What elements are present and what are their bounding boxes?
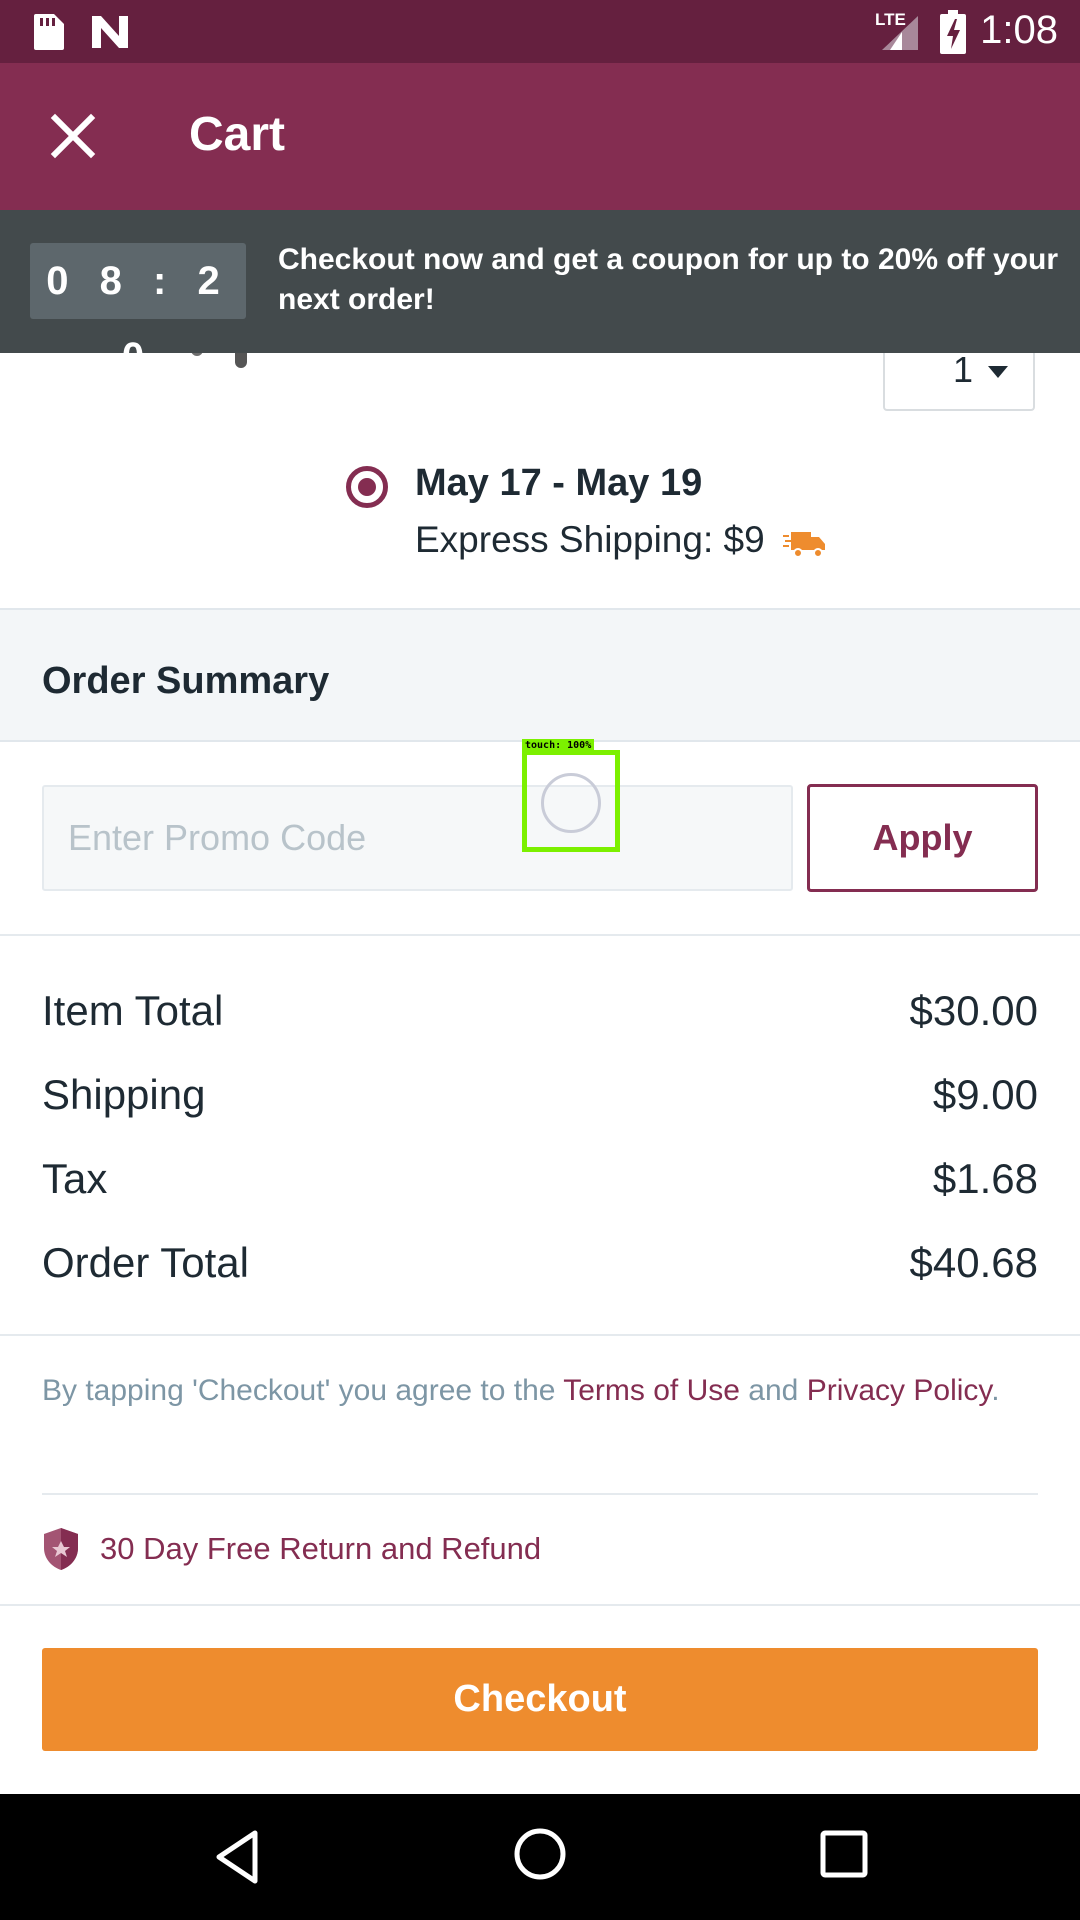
order-summary-title: Order Summary (42, 660, 330, 702)
divider (42, 1493, 1038, 1495)
touch-indicator-label: touch: 100% (522, 739, 595, 752)
tax-value: $1.68 (932, 1155, 1038, 1202)
truck-icon (783, 532, 825, 558)
countdown-timer: 0 8 : 2 0 (30, 243, 246, 379)
shipping-value: $9.00 (932, 1071, 1038, 1118)
order-total-value: $40.68 (909, 1239, 1038, 1286)
tax-label: Tax (42, 1155, 108, 1202)
home-icon[interactable] (513, 1827, 567, 1881)
close-icon[interactable] (38, 101, 108, 171)
shipping-label: Shipping (42, 1071, 206, 1118)
page-title: Cart (189, 108, 286, 161)
return-policy-text[interactable]: 30 Day Free Return and Refund (100, 1531, 541, 1567)
recents-icon[interactable] (820, 1830, 868, 1878)
shipping-radio-selected[interactable] (346, 466, 388, 508)
privacy-policy-link[interactable]: Privacy Policy (807, 1374, 991, 1407)
terms-notice: By tapping 'Checkout' you agree to the T… (42, 1368, 1032, 1414)
order-total-label: Order Total (42, 1239, 249, 1286)
terms-prefix: By tapping 'Checkout' you agree to the (42, 1374, 564, 1407)
divider (0, 934, 1080, 936)
terms-and: and (739, 1374, 807, 1407)
shield-icon (44, 1528, 78, 1570)
battery-charging-icon (940, 10, 966, 54)
n-notification-icon (92, 16, 128, 48)
back-icon[interactable] (213, 1829, 261, 1885)
item-total-label: Item Total (42, 987, 224, 1034)
touch-point-indicator (541, 773, 601, 833)
item-total-value: $30.00 (909, 987, 1038, 1034)
shipping-dates: May 17 - May 19 (415, 462, 703, 504)
app-bar: Cart (0, 63, 1080, 210)
sd-card-icon (34, 14, 64, 50)
system-nav-bar (0, 1794, 1080, 1920)
checkout-button[interactable]: Checkout (42, 1648, 1038, 1751)
banner-message: Checkout now and get a coupon for up to … (278, 243, 1058, 316)
promo-timer-banner: 0 8 : 2 0 Checkout now and get a coupon … (0, 210, 1080, 379)
chevron-down-icon (988, 366, 1008, 378)
terms-suffix: . (991, 1374, 1000, 1407)
apply-promo-button[interactable]: Apply (807, 784, 1038, 892)
terms-of-use-link[interactable]: Terms of Use (563, 1374, 740, 1407)
lte-signal-icon (882, 16, 918, 50)
divider (0, 1334, 1080, 1336)
order-summary-header: Order Summary (0, 608, 1080, 742)
promo-code-input[interactable] (42, 785, 793, 891)
divider (0, 1604, 1080, 1606)
quantity-select[interactable]: 1 (883, 345, 1035, 411)
radio-dot (358, 478, 376, 496)
status-bar: LTE 1:08 (0, 0, 1080, 63)
shipping-express-label: Express Shipping: $9 (415, 519, 765, 560)
status-time: 1:08 (980, 8, 1058, 52)
